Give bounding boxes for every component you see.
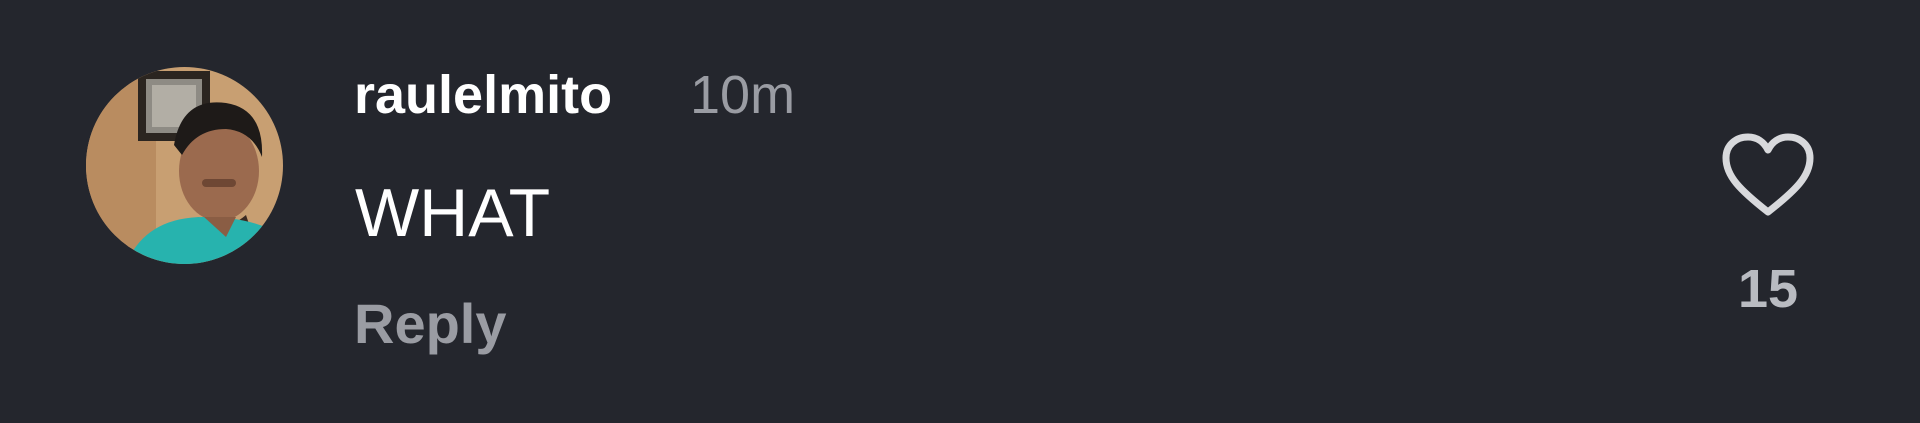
comment-text: WHAT — [355, 175, 551, 251]
avatar[interactable] — [86, 67, 283, 264]
reply-button[interactable]: Reply — [354, 292, 507, 356]
like-button[interactable] — [1720, 132, 1816, 220]
like-count: 15 — [1737, 259, 1799, 319]
username[interactable]: raulelmito — [354, 64, 612, 126]
heart-outline-icon — [1722, 133, 1814, 216]
timestamp: 10m — [690, 65, 796, 125]
avatar-image — [86, 67, 283, 264]
comment-item: raulelmito 10m WHAT Reply 15 — [0, 0, 1920, 423]
